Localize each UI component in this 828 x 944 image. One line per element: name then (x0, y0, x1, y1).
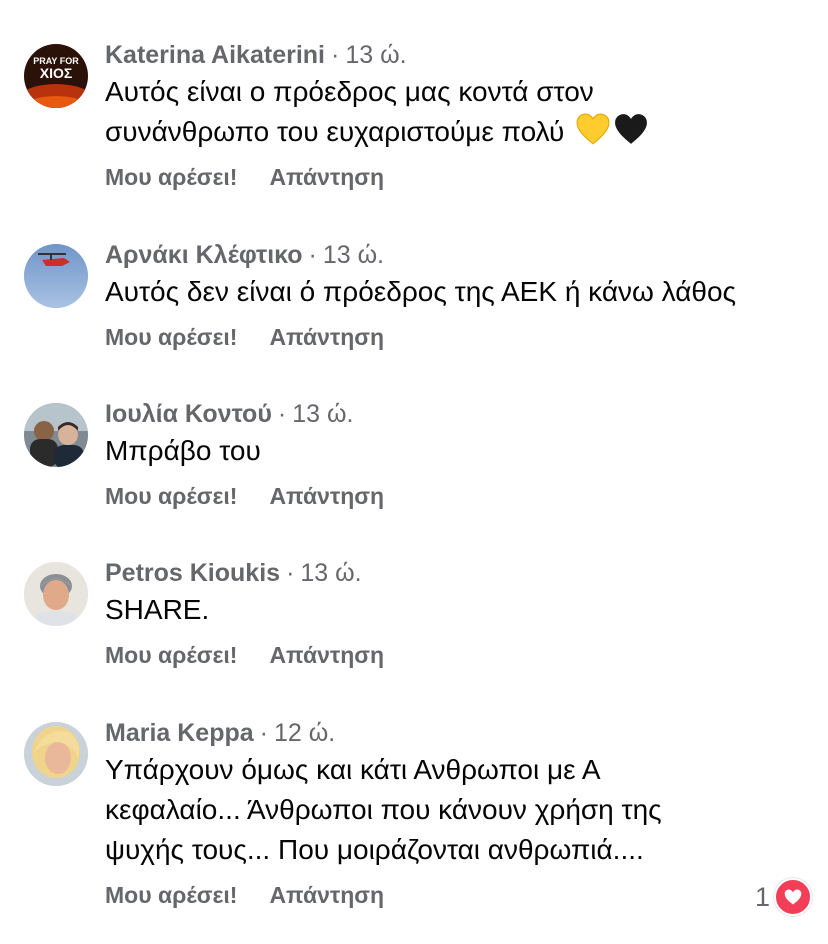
comment-actions: Μου αρέσει! Απάντηση (105, 164, 814, 191)
black-heart-icon (614, 113, 648, 147)
comment-text: SHARE. (105, 590, 814, 630)
meta-separator: · (308, 241, 317, 269)
comment-text-line: Αυτός δεν είναι ό πρόεδρος της ΑΕΚ ή κάν… (105, 276, 737, 307)
like-button[interactable]: Μου αρέσει! (105, 882, 237, 908)
avatar[interactable] (24, 562, 88, 626)
comment-text: Υπάρχουν όμως και κάτι Ανθρωποι με Α κεφ… (105, 750, 814, 870)
comment-text-line: κεφαλαίο... Άνθρωποι που κάνουν χρήση τη… (105, 794, 662, 825)
reaction-summary[interactable]: 1 (755, 878, 812, 916)
comment-text-line: συνάνθρωπο του ευχαριστούμε πολύ (105, 112, 814, 152)
comment-text-line: SHARE. (105, 594, 210, 625)
like-button[interactable]: Μου αρέσει! (105, 642, 237, 668)
like-button[interactable]: Μου αρέσει! (105, 164, 237, 190)
comment-text-line: Αυτός είναι ο πρόεδρος μας κοντά στον (105, 76, 594, 107)
meta-separator: · (330, 41, 340, 69)
author-name[interactable]: Ιουλία Κοντού (105, 400, 272, 428)
author-name[interactable]: Katerina Aikaterini (105, 41, 325, 69)
author-name[interactable]: Αρνάκι Κλέφτικο (105, 241, 303, 269)
avatar[interactable] (24, 244, 88, 308)
reply-button[interactable]: Απάντηση (269, 324, 384, 350)
avatar-image (24, 562, 88, 626)
comment-actions: Μου αρέσει! Απάντηση (105, 324, 814, 351)
comment-actions: Μου αρέσει! Απάντηση (105, 642, 814, 669)
reaction-count: 1 (754, 881, 770, 912)
reply-button[interactable]: Απάντηση (269, 164, 384, 190)
avatar-image (24, 403, 88, 467)
avatar-image (24, 244, 88, 308)
comment-actions: Μου αρέσει! Απάντηση (105, 882, 814, 909)
author-name[interactable]: Maria Keppa (105, 719, 254, 747)
avatar[interactable]: PRAY FOR ΧΙΟΣ (24, 44, 88, 108)
meta-separator: · (259, 719, 268, 747)
timestamp[interactable]: 13 ώ. (323, 241, 384, 269)
comment-text: Αυτός είναι ο πρόεδρος μας κοντά στον συ… (105, 72, 814, 152)
reply-button[interactable]: Απάντηση (269, 642, 384, 668)
heart-icon (774, 878, 812, 916)
comment-actions: Μου αρέσει! Απάντηση (105, 483, 814, 510)
meta-separator: · (286, 559, 295, 587)
comment-meta: Αρνάκι Κλέφτικο · 13 ώ. (105, 240, 814, 270)
avatar-text-line2: ΧΙΟΣ (40, 65, 73, 81)
reply-button[interactable]: Απάντηση (269, 882, 384, 908)
comment-meta: Petros Kioukis · 13 ώ. (105, 558, 814, 588)
avatar[interactable] (24, 722, 88, 786)
comment-text-line: Υπάρχουν όμως και κάτι Ανθρωποι με Α (105, 754, 601, 785)
comment-item: Maria Keppa · 12 ώ. Υπάρχουν όμως και κάτι… (0, 718, 828, 944)
timestamp[interactable]: 13 ώ. (300, 559, 361, 587)
comment-meta: Ιουλία Κοντού · 13 ώ. (105, 399, 814, 429)
comment-text: Μπράβο του (105, 431, 814, 471)
timestamp[interactable]: 12 ώ. (274, 719, 335, 747)
meta-separator: · (277, 400, 287, 428)
avatar-image (24, 722, 88, 786)
author-name[interactable]: Petros Kioukis (105, 559, 280, 587)
comment-text: Αυτός δεν είναι ό πρόεδρος της ΑΕΚ ή κάν… (105, 272, 814, 312)
avatar[interactable] (24, 403, 88, 467)
comment-text-line: Μπράβο του (105, 435, 261, 466)
like-button[interactable]: Μου αρέσει! (105, 483, 237, 509)
yellow-heart-icon (576, 113, 610, 147)
comment-meta: Katerina Aikaterini · 13 ώ. (105, 40, 814, 70)
reply-button[interactable]: Απάντηση (269, 483, 384, 509)
avatar-image: PRAY FOR ΧΙΟΣ (24, 44, 88, 108)
timestamp[interactable]: 13 ώ. (345, 41, 406, 69)
timestamp[interactable]: 13 ώ. (292, 400, 353, 428)
comment-text-line: ψυχής τους... Που μοιράζονται ανθρωπιά..… (105, 834, 644, 865)
comment-meta: Maria Keppa · 12 ώ. (105, 718, 814, 748)
like-button[interactable]: Μου αρέσει! (105, 324, 237, 350)
